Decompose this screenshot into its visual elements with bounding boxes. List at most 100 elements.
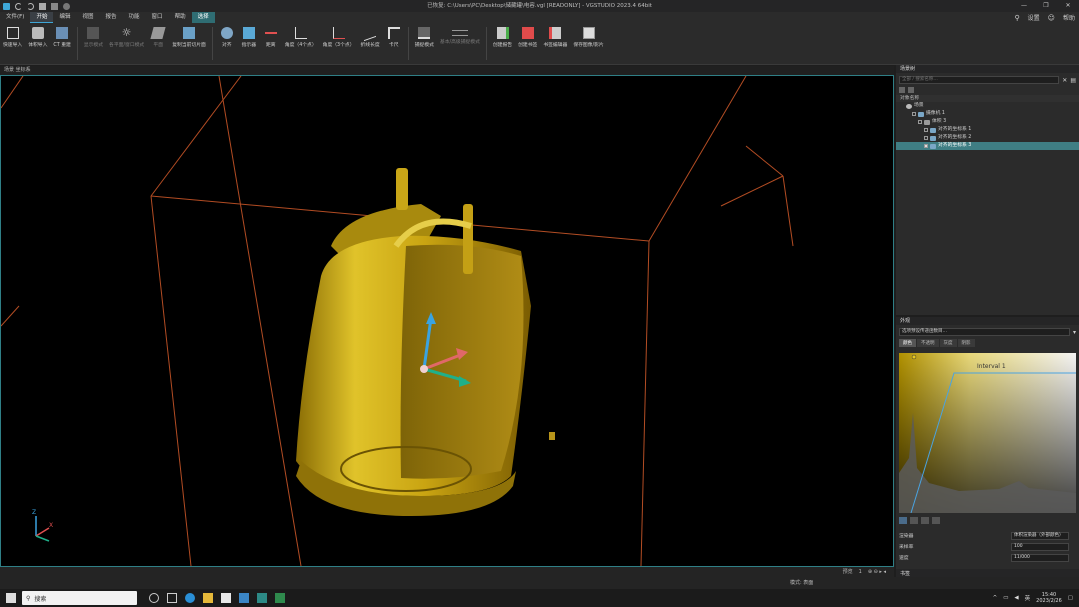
volume-icon[interactable]: ◀: [1014, 595, 1018, 601]
tf-tool-icon[interactable]: [899, 517, 907, 524]
snap-mode-button[interactable]: 捕捉模式: [412, 23, 437, 64]
menu-file[interactable]: 文件(F): [0, 12, 30, 23]
close-icon[interactable]: ✕: [1057, 0, 1079, 12]
clear-icon[interactable]: ✕: [1062, 77, 1067, 84]
transfer-function-graph[interactable]: Interval 1: [899, 353, 1076, 513]
tree-node-volume[interactable]: 体积 3: [896, 118, 1079, 126]
language-indicator[interactable]: 英: [1025, 594, 1031, 602]
angle-4pt-button[interactable]: 角度（4个点）: [282, 23, 320, 64]
menu-start[interactable]: 开始: [30, 12, 54, 23]
settings-icon[interactable]: [63, 2, 70, 10]
tab-shadow[interactable]: 阴影: [957, 339, 975, 347]
tree-toolbar-icon[interactable]: [899, 87, 905, 93]
quick-import-button[interactable]: 快速导入: [0, 23, 25, 64]
mail-icon[interactable]: [239, 593, 249, 603]
copy-slice-button[interactable]: 复制当前切片面: [169, 23, 209, 64]
edge-icon[interactable]: [185, 593, 195, 603]
save-icon[interactable]: [39, 2, 46, 10]
bookmark-editor-button[interactable]: 书签编辑器: [540, 23, 570, 64]
tree-node-scene[interactable]: 场景: [896, 102, 1079, 110]
network-icon[interactable]: ▭: [1003, 595, 1008, 601]
tree-toolbar-icon[interactable]: [908, 87, 914, 93]
display-mode-button[interactable]: 显示模式: [81, 23, 106, 64]
tf-tool-icon[interactable]: [921, 517, 929, 524]
save-image-button[interactable]: 保存图像/影片: [570, 23, 606, 64]
menu-function[interactable]: 功能: [123, 12, 146, 23]
svg-text:Z: Z: [32, 509, 36, 516]
menu-view[interactable]: 视图: [77, 12, 100, 23]
renderer-select[interactable]: 体积渲染器（外部颜色）: [1011, 531, 1069, 540]
menu-edit[interactable]: 编辑: [53, 12, 76, 23]
windows-start-icon[interactable]: [6, 593, 16, 603]
svg-text:X: X: [49, 522, 53, 529]
multitask-icon[interactable]: [167, 593, 177, 603]
speed-input[interactable]: 11/000: [1011, 553, 1069, 562]
tree-node-coord-1[interactable]: 对齐的坐标系 1: [896, 126, 1079, 134]
plane-window-mode-button[interactable]: ☼ 各平面/窗口模式: [106, 23, 147, 64]
tree-column-header: 对象名称: [896, 95, 1079, 102]
angle-3pt-button[interactable]: 角度（3个点）: [320, 23, 358, 64]
align-button[interactable]: 对齐: [216, 23, 238, 64]
scene-render[interactable]: Z X: [0, 75, 893, 567]
caliper-button[interactable]: 卡尺: [383, 23, 405, 64]
search-icon[interactable]: ⚲: [1015, 14, 1020, 22]
create-bookmark-button[interactable]: 创建书签: [515, 23, 540, 64]
ct-reconstruct-button[interactable]: CT 重建: [50, 23, 73, 64]
indicator-button[interactable]: 指示器: [238, 23, 260, 64]
preview-value[interactable]: 1: [859, 567, 862, 577]
plane-button[interactable]: 平面: [147, 23, 169, 64]
appearance-title: 外观: [896, 317, 1079, 325]
menu-help-right[interactable]: 帮助: [1063, 13, 1075, 22]
menu-help[interactable]: 帮助: [169, 12, 192, 23]
menu-select[interactable]: 选择: [191, 12, 215, 23]
tab-color[interactable]: 颜色: [899, 339, 916, 347]
user-icon[interactable]: ☺: [1048, 14, 1055, 22]
minimize-icon[interactable]: —: [1013, 0, 1035, 12]
redo-icon[interactable]: [27, 2, 34, 10]
print-icon[interactable]: [51, 2, 58, 10]
notification-icon[interactable]: ▢: [1068, 595, 1073, 601]
chevron-down-icon[interactable]: ▾: [1073, 329, 1076, 336]
capacitor-volume[interactable]: [296, 168, 531, 516]
tray-arrow-icon[interactable]: ^: [993, 595, 998, 601]
menu-report[interactable]: 报告: [100, 12, 123, 23]
tf-tool-icon[interactable]: [932, 517, 940, 524]
appearance-panel: 外观 选项预设传递函数目… ▾ 颜色 不透明 灰度 阴影 Interval 1 …: [896, 317, 1079, 569]
app-icon[interactable]: [275, 593, 285, 603]
vgstudio-icon[interactable]: [257, 593, 267, 603]
bookmark-editor-icon: [549, 27, 562, 39]
3d-viewport[interactable]: Z X: [0, 75, 894, 567]
tree-node-camera[interactable]: 摄像机 1: [896, 110, 1079, 118]
visibility-checkbox[interactable]: [924, 144, 928, 148]
tab-opacity[interactable]: 不透明: [917, 339, 939, 347]
tf-tool-icon[interactable]: [910, 517, 918, 524]
explorer-icon[interactable]: [203, 593, 213, 603]
visibility-checkbox[interactable]: [918, 120, 922, 124]
menu-settings[interactable]: 设置: [1028, 13, 1040, 22]
visibility-checkbox[interactable]: [912, 112, 916, 116]
scene-tree-search-input[interactable]: 全部 / 搜索名称…: [899, 76, 1060, 84]
zoom-controls-icon[interactable]: ⊕ ⊖ ▸ ◂: [868, 567, 886, 577]
maximize-icon[interactable]: ❐: [1035, 0, 1057, 12]
tree-node-coord-3[interactable]: 对齐的坐标系 3: [896, 142, 1079, 150]
filter-icon[interactable]: ▤: [1070, 77, 1076, 84]
advanced-snap-button[interactable]: 基本/高级捕捉模式: [437, 23, 483, 64]
create-report-button[interactable]: 创建报告: [490, 23, 515, 64]
polyline-button[interactable]: 折线长度: [358, 23, 383, 64]
indicator-icon: [242, 27, 255, 39]
taskbar-search[interactable]: ⚲ 搜索: [22, 591, 137, 605]
clock[interactable]: 15:40 2023/2/26: [1036, 592, 1062, 604]
volume-import-button[interactable]: 体积导入: [25, 23, 50, 64]
import-icon: [6, 27, 19, 39]
tab-gray[interactable]: 灰度: [939, 339, 957, 347]
tree-node-coord-2[interactable]: 对齐的坐标系 2: [896, 134, 1079, 142]
menu-window[interactable]: 窗口: [146, 12, 169, 23]
task-view-icon[interactable]: [149, 593, 159, 603]
sample-rate-input[interactable]: 100: [1011, 542, 1069, 551]
visibility-checkbox[interactable]: [924, 136, 928, 140]
undo-icon[interactable]: [15, 2, 22, 10]
visibility-checkbox[interactable]: [924, 128, 928, 132]
preset-select[interactable]: 选项预设传递函数目…: [899, 328, 1070, 336]
distance-button[interactable]: 距离: [260, 23, 282, 64]
file-icon[interactable]: [221, 593, 231, 603]
